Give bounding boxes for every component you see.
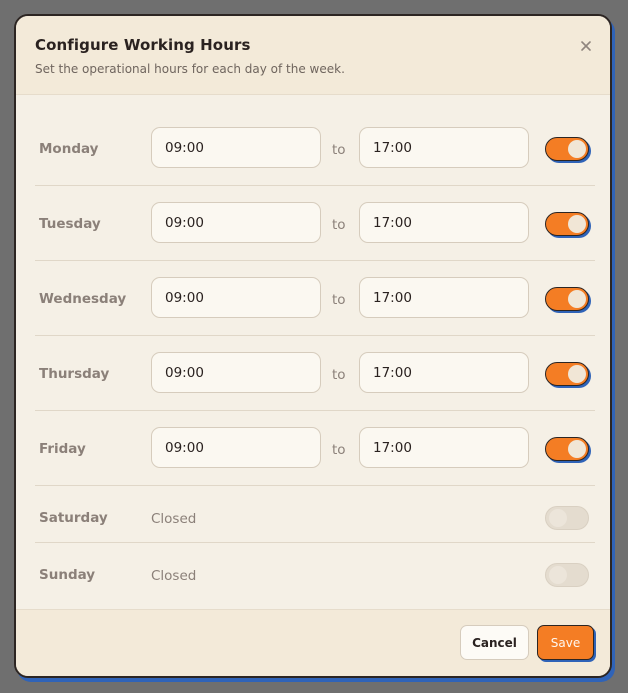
start-time-input[interactable] <box>151 127 321 168</box>
toggle-knob <box>568 289 586 308</box>
day-row-saturday: Saturday Closed <box>35 486 595 543</box>
start-time-input[interactable] <box>151 427 321 468</box>
day-row-thursday: Thursday to <box>35 336 595 411</box>
close-button[interactable] <box>578 38 594 54</box>
open-toggle[interactable] <box>545 212 589 236</box>
working-hours-dialog: Configure Working Hours Set the operatio… <box>14 14 612 678</box>
day-label: Monday <box>39 141 99 157</box>
dialog-footer: Cancel Save <box>16 609 610 676</box>
day-row-tuesday: Tuesday to <box>35 186 595 261</box>
end-time-input[interactable] <box>359 427 529 468</box>
day-row-wednesday: Wednesday to <box>35 261 595 336</box>
day-label: Thursday <box>39 366 110 382</box>
toggle-knob <box>568 439 586 458</box>
day-rows: Monday to Tuesday to Wednesday to Thursd… <box>35 111 595 600</box>
to-label: to <box>332 367 346 383</box>
start-time-input[interactable] <box>151 202 321 243</box>
to-label: to <box>332 217 346 233</box>
end-time-input[interactable] <box>359 277 529 318</box>
day-row-monday: Monday to <box>35 111 595 186</box>
day-label: Saturday <box>39 510 108 526</box>
open-toggle[interactable] <box>545 287 589 311</box>
close-icon <box>581 41 591 51</box>
closed-status: Closed <box>151 511 197 527</box>
end-time-input[interactable] <box>359 352 529 393</box>
day-label: Wednesday <box>39 291 127 307</box>
open-toggle[interactable] <box>545 137 589 161</box>
end-time-input[interactable] <box>359 127 529 168</box>
start-time-input[interactable] <box>151 277 321 318</box>
to-label: to <box>332 142 346 158</box>
toggle-knob <box>568 364 586 383</box>
toggle-knob <box>549 566 567 584</box>
toggle-knob <box>568 139 586 158</box>
dialog-subtitle: Set the operational hours for each day o… <box>35 62 345 76</box>
closed-status: Closed <box>151 568 197 584</box>
cancel-button[interactable]: Cancel <box>460 625 529 660</box>
end-time-input[interactable] <box>359 202 529 243</box>
day-label: Tuesday <box>39 216 101 232</box>
open-toggle[interactable] <box>545 362 589 386</box>
toggle-knob <box>549 509 567 527</box>
to-label: to <box>332 442 346 458</box>
save-button[interactable]: Save <box>537 625 594 660</box>
day-row-sunday: Sunday Closed <box>35 543 595 600</box>
day-label: Friday <box>39 441 86 457</box>
open-toggle[interactable] <box>545 563 589 587</box>
dialog-title: Configure Working Hours <box>35 36 251 54</box>
to-label: to <box>332 292 346 308</box>
open-toggle[interactable] <box>545 437 589 461</box>
dialog-header: Configure Working Hours Set the operatio… <box>16 16 610 95</box>
open-toggle[interactable] <box>545 506 589 530</box>
day-label: Sunday <box>39 567 96 583</box>
start-time-input[interactable] <box>151 352 321 393</box>
toggle-knob <box>568 214 586 233</box>
day-row-friday: Friday to <box>35 411 595 486</box>
